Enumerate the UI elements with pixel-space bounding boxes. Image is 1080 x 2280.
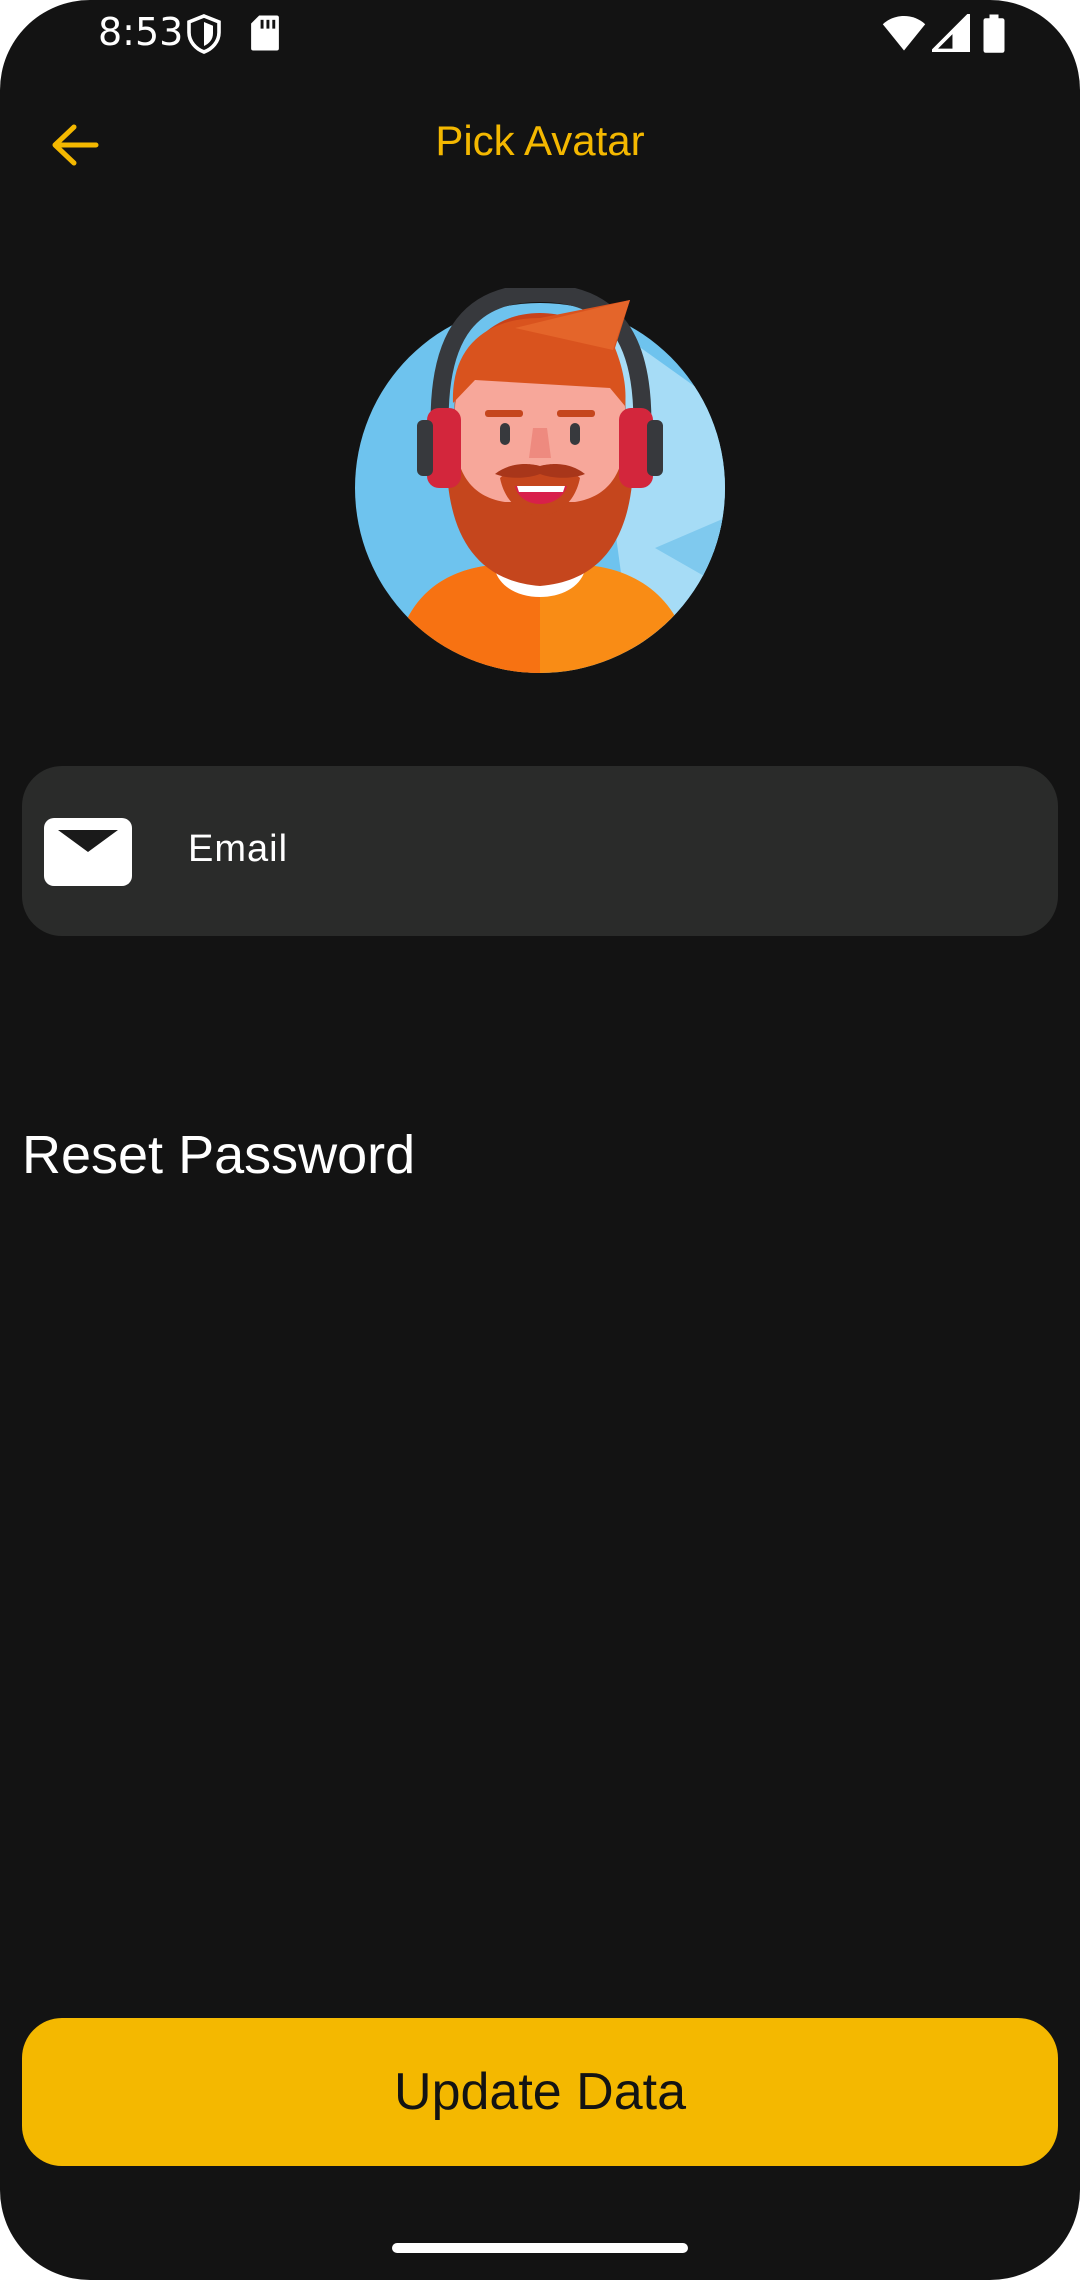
update-data-button[interactable]: Update Data xyxy=(22,2018,1058,2166)
email-label: Email xyxy=(188,828,289,870)
battery-icon xyxy=(983,14,1005,53)
page-title: Pick Avatar xyxy=(435,117,645,164)
app-bar: Pick Avatar xyxy=(0,95,1080,195)
shield-icon xyxy=(187,14,221,54)
email-field[interactable]: Email xyxy=(22,766,1058,936)
reset-password-link[interactable]: Reset Password xyxy=(22,1124,415,1186)
sd-card-icon xyxy=(251,15,279,51)
signal-icon xyxy=(932,14,970,52)
avatar[interactable] xyxy=(355,288,725,676)
wifi-icon xyxy=(882,16,926,51)
mail-icon xyxy=(44,818,132,886)
gesture-navigation-bar[interactable] xyxy=(392,2243,688,2253)
app-screen: 8:53 Pick Avatar Email Reset Password Up… xyxy=(0,0,1080,2280)
status-time: 8:53 xyxy=(98,10,184,54)
status-bar: 8:53 xyxy=(0,0,1080,70)
